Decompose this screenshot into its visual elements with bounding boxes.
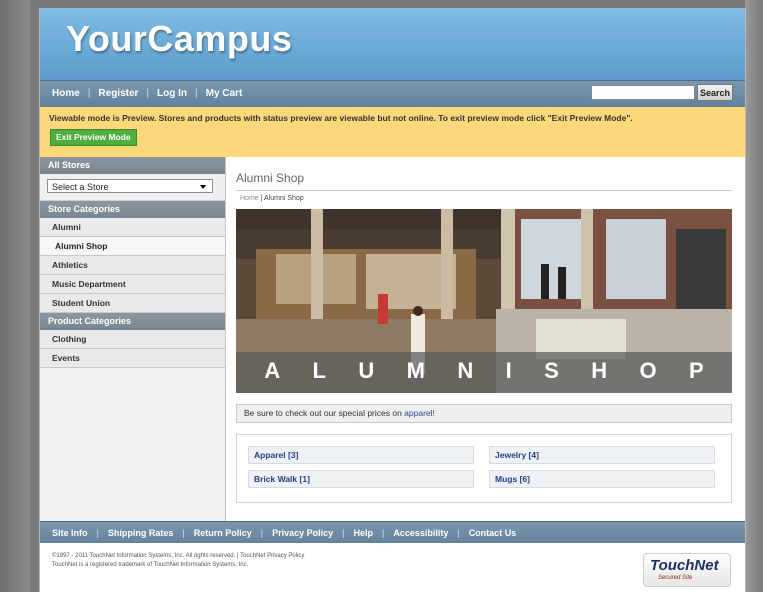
footer-link-help[interactable]: Help: [353, 528, 373, 538]
footer-separator: |: [260, 528, 264, 538]
nav-separator: |: [146, 88, 150, 99]
category-grid: Apparel [3] Jewelry [4] Brick Walk [1] M…: [236, 434, 732, 503]
special-offer-text: Be sure to check out our special prices …: [244, 408, 405, 418]
footer-separator: |: [457, 528, 460, 538]
store-select[interactable]: Select a Store: [47, 179, 213, 193]
exit-preview-button[interactable]: Exit Preview Mode: [50, 129, 137, 146]
banner-letter: O: [639, 358, 657, 383]
footer-separator: |: [182, 528, 185, 538]
search-input[interactable]: [591, 85, 695, 100]
banner-letter: L: [312, 358, 326, 383]
footer-link-accessibility[interactable]: Accessibility: [393, 528, 448, 538]
banner-letter: A: [264, 358, 281, 383]
banner-letter: I: [505, 358, 512, 383]
sidebar-item-events[interactable]: Events: [40, 349, 225, 368]
banner-letter: S: [544, 358, 559, 383]
footer-link-return-policy[interactable]: Return Policy: [194, 528, 252, 538]
nav-my-cart[interactable]: My Cart: [206, 88, 243, 99]
trademark-text: TouchNet is a registered trademark of To…: [52, 562, 249, 568]
special-offer-message: Be sure to check out our special prices …: [236, 404, 732, 423]
nav-separator: |: [87, 88, 91, 99]
touchnet-logo-subtext: Secured Site: [658, 575, 693, 581]
copyright-text: ©1997 - 2011 TouchNet Information System…: [52, 553, 305, 559]
category-link-mugs[interactable]: Mugs [6]: [489, 470, 715, 488]
breadcrumb-current: Alumni Shop: [264, 195, 304, 202]
sidebar-item-athletics[interactable]: Athletics: [40, 256, 225, 275]
store-banner-image: A L U M N I S H O P: [236, 209, 732, 393]
footer-nav: Site Info | Shipping Rates | Return Policy | P…: [40, 521, 745, 544]
footer-separator: |: [381, 528, 385, 538]
nav-register[interactable]: Register: [98, 88, 138, 99]
title-divider: [236, 190, 732, 191]
banner-letter: N: [457, 358, 474, 383]
footer-separator: |: [342, 528, 345, 538]
category-link-apparel[interactable]: Apparel [3]: [248, 446, 474, 464]
touchnet-logo-text: TouchNet: [650, 557, 719, 574]
category-link-brick-walk[interactable]: Brick Walk [1]: [248, 470, 474, 488]
store-categories-header: Store Categories: [40, 201, 225, 218]
window-frame-right: [745, 0, 763, 592]
sidebar-item-music-department[interactable]: Music Department: [40, 275, 225, 294]
store-select-wrapper: Select a Store: [40, 174, 225, 201]
sidebar-item-alumni-shop[interactable]: Alumni Shop: [40, 237, 225, 256]
sidebar-item-student-union[interactable]: Student Union: [40, 294, 225, 313]
footer-link-privacy-policy[interactable]: Privacy Policy: [272, 528, 333, 538]
footer-link-shipping-rates[interactable]: Shipping Rates: [108, 528, 174, 538]
store-select-value: Select a Store: [52, 182, 109, 192]
footer-link-site-info[interactable]: Site Info: [52, 528, 88, 538]
preview-message: Viewable mode is Preview. Stores and pro…: [49, 113, 633, 123]
product-categories-header: Product Categories: [40, 313, 225, 330]
breadcrumb: Home | Alumni Shop: [240, 195, 304, 202]
nav-separator: |: [195, 88, 198, 99]
page-title: Alumni Shop: [236, 171, 305, 185]
banner-letter: M: [406, 358, 425, 383]
page: YourCampus Home | Register | Log In | My Cart …: [39, 8, 746, 592]
site-header: YourCampus: [40, 8, 745, 80]
banner-letter: P: [688, 358, 704, 383]
preview-notice: Viewable mode is Preview. Stores and pro…: [40, 107, 745, 158]
site-logo[interactable]: YourCampus: [66, 18, 292, 60]
chevron-down-icon: [200, 185, 206, 189]
apparel-link[interactable]: apparel!: [404, 408, 435, 418]
all-stores-header: All Stores: [40, 157, 225, 174]
site-footer: ©1997 - 2011 TouchNet Information System…: [40, 543, 745, 592]
footer-separator: |: [96, 528, 99, 538]
search-button[interactable]: Search: [697, 84, 733, 101]
touchnet-logo[interactable]: TouchNet Secured Site: [643, 553, 731, 587]
banner-letter: U: [358, 358, 375, 383]
window-frame-left: [0, 0, 30, 592]
sidebar-item-alumni[interactable]: Alumni: [40, 218, 225, 237]
breadcrumb-home[interactable]: Home: [240, 195, 259, 202]
category-link-jewelry[interactable]: Jewelry [4]: [489, 446, 715, 464]
banner-caption: A L U M N I S H O P: [236, 358, 732, 388]
sidebar: All Stores Select a Store Store Categori…: [40, 157, 226, 521]
main-content: Alumni Shop Home | Alumni Shop A L U M N…: [226, 157, 745, 521]
nav-home[interactable]: Home: [52, 88, 80, 99]
nav-login[interactable]: Log In: [157, 88, 187, 99]
footer-link-contact-us[interactable]: Contact Us: [469, 528, 517, 538]
banner-letter: H: [591, 358, 608, 383]
sidebar-item-clothing[interactable]: Clothing: [40, 330, 225, 349]
